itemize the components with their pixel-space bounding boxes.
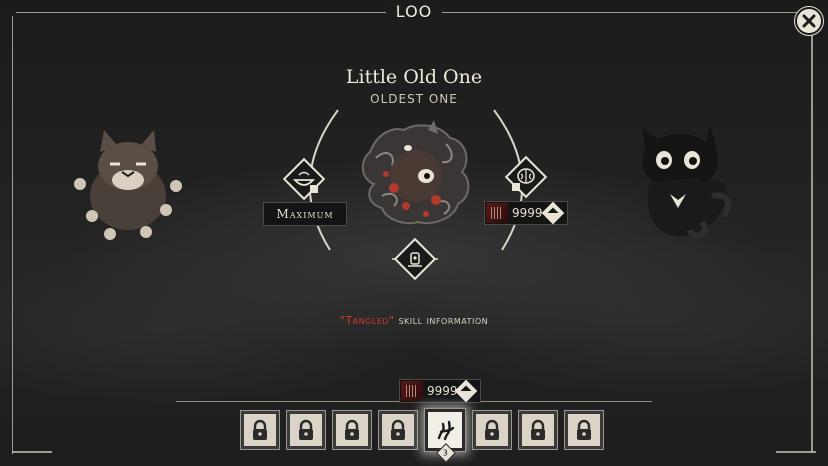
lock-icon — [577, 419, 591, 440]
skill-slots: 3 — [240, 408, 604, 463]
skill-cost-tag: 9999 — [399, 379, 481, 403]
skill-slot-locked[interactable] — [286, 410, 326, 450]
left-cat-character[interactable] — [70, 126, 186, 242]
skill-slot-locked[interactable] — [332, 410, 372, 450]
lock-icon — [299, 419, 313, 440]
character-portrait[interactable] — [356, 118, 474, 226]
skill-cost-value: 9999 — [427, 384, 458, 398]
lantern-icon — [392, 237, 438, 281]
upgrade-icon[interactable] — [541, 201, 565, 225]
skill-slot-locked[interactable] — [472, 410, 512, 450]
skill-emblem[interactable] — [392, 236, 438, 282]
skill-info-text: "Tangled" skill information — [0, 314, 828, 327]
skill-slot-locked[interactable] — [518, 410, 558, 450]
skill-level-badge: 3 — [436, 443, 456, 463]
lock-icon — [531, 419, 545, 440]
food-status-tag: Maximum — [263, 202, 347, 226]
bowl-icon — [282, 157, 326, 201]
brain-icon — [504, 155, 548, 199]
close-icon — [802, 14, 816, 28]
lock-icon — [391, 419, 405, 440]
food-emblem[interactable] — [281, 156, 327, 202]
lock-icon — [253, 419, 267, 440]
resource-icon — [401, 381, 423, 401]
upgrade-icon[interactable] — [454, 379, 478, 403]
skill-slot-locked[interactable] — [240, 410, 280, 450]
window-title: LOO — [0, 2, 828, 21]
lock-icon — [345, 419, 359, 440]
right-cat-character[interactable] — [632, 126, 736, 242]
brain-emblem[interactable] — [503, 154, 549, 200]
resource-value: 9999 — [512, 206, 543, 220]
resource-icon — [486, 203, 508, 223]
character-name: Little Old One — [345, 66, 483, 88]
skill-slot-active[interactable]: 3 — [424, 408, 466, 463]
close-button[interactable] — [795, 7, 823, 35]
brain-resource-tag: 9999 — [484, 201, 568, 225]
game-screen: LOO Little Old One OLDEST ONE Maximum 99… — [0, 0, 828, 466]
skill-slot-locked[interactable] — [564, 410, 604, 450]
skill-slot-locked[interactable] — [378, 410, 418, 450]
tangle-skill-icon — [437, 420, 455, 441]
skill-name: "Tangled" — [339, 314, 395, 327]
skill-info-suffix: skill information — [394, 314, 489, 327]
lock-icon — [485, 419, 499, 440]
